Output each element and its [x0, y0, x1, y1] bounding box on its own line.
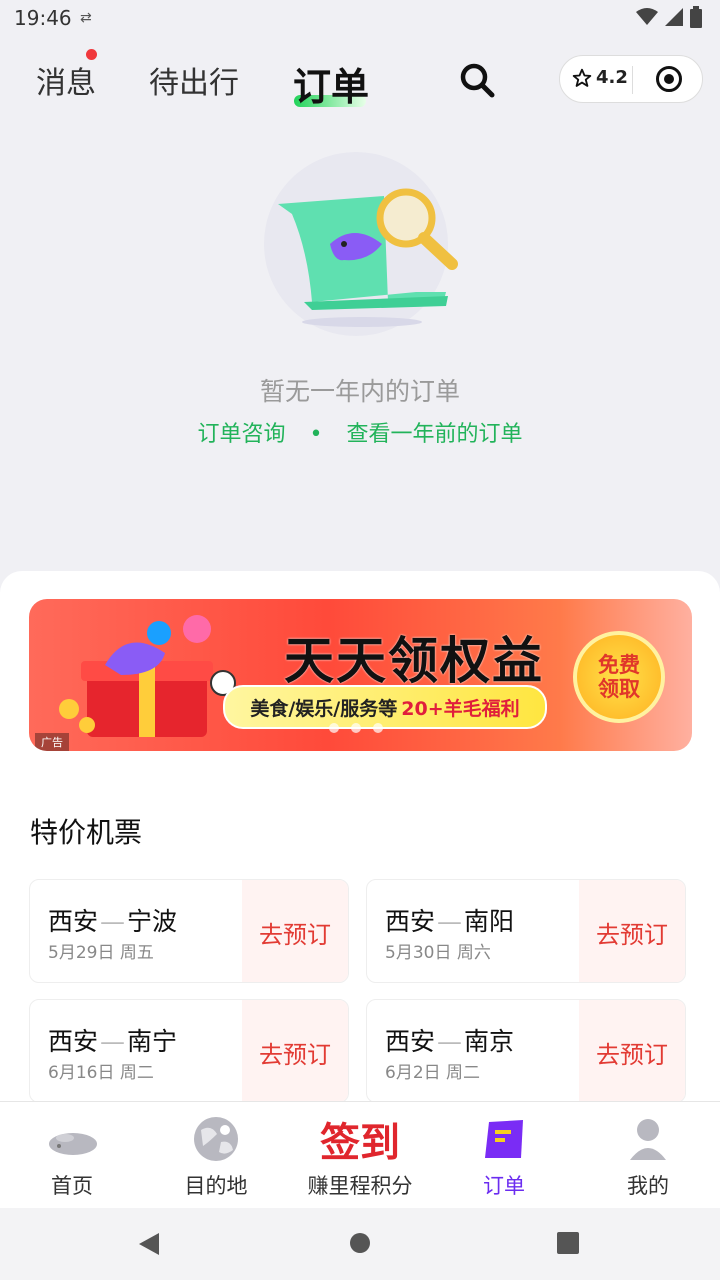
- search-icon[interactable]: [458, 61, 496, 99]
- flight-card[interactable]: 西安—南阳 5月30日 周六 去预订: [366, 879, 686, 983]
- system-nav-bar: [0, 1208, 720, 1280]
- tab-points-label: 赚里程积分: [307, 1174, 413, 1198]
- flight-date: 6月16日 周二: [48, 1063, 154, 1083]
- rating-value: 4.2: [596, 67, 628, 88]
- tab-mine-label: 我的: [627, 1174, 669, 1198]
- carousel-dots: [329, 723, 383, 733]
- gift-box-illustration: [59, 615, 236, 737]
- tab-home[interactable]: 首页: [0, 1102, 144, 1209]
- status-icons: [636, 6, 702, 28]
- claim-line-2: 领取: [598, 677, 640, 701]
- cell-signal-icon: [665, 8, 683, 26]
- book-button[interactable]: 去预订: [242, 880, 348, 982]
- tab-mine[interactable]: 我的: [576, 1102, 720, 1209]
- recents-square-icon[interactable]: [557, 1232, 579, 1254]
- banner-title: 天天领权益: [284, 632, 544, 690]
- link-separator: •: [309, 422, 323, 447]
- flight-route: 西安—南京: [385, 1027, 515, 1056]
- ad-label: 广告: [35, 733, 69, 751]
- flight-date: 6月2日 周二: [385, 1063, 481, 1083]
- tab-orders[interactable]: 订单: [293, 56, 369, 111]
- flight-card[interactable]: 西安—南宁 6月16日 周二 去预订: [29, 999, 349, 1103]
- rating-button[interactable]: 4.2: [572, 67, 628, 88]
- tab-orders-label: 订单: [483, 1174, 525, 1198]
- empty-orders-message: 暂无一年内的订单: [259, 377, 460, 406]
- tab-upcoming-trips[interactable]: 待出行: [149, 58, 239, 102]
- tab-orders-bottom[interactable]: 订单: [432, 1102, 576, 1209]
- book-button[interactable]: 去预订: [242, 1000, 348, 1102]
- banner-subtitle: 美食/娱乐/服务等 20+羊毛福利: [223, 685, 547, 729]
- globe-icon: [194, 1117, 238, 1161]
- flight-card[interactable]: 西安—宁波 5月29日 周五 去预订: [29, 879, 349, 983]
- orders-book-icon: [485, 1120, 523, 1158]
- order-inquiry-link[interactable]: 订单咨询: [197, 422, 285, 447]
- special-flights-title: 特价机票: [30, 816, 143, 849]
- claim-free-button[interactable]: 免费 领取: [573, 631, 665, 723]
- tab-destination[interactable]: 目的地: [144, 1102, 288, 1209]
- status-bar: 19:46 ⇄: [0, 0, 720, 36]
- tab-destination-label: 目的地: [184, 1174, 248, 1198]
- battery-icon: [690, 6, 702, 28]
- flight-route: 西安—南阳: [385, 907, 515, 936]
- user-profile-icon: [630, 1119, 666, 1160]
- claim-line-1: 免费: [598, 653, 640, 677]
- bottom-tab-bar: 首页 目的地 签到 赚里程积分 订单 我的: [0, 1101, 720, 1209]
- empty-links: 订单咨询 • 查看一年前的订单: [0, 416, 720, 448]
- promo-banner[interactable]: 天天领权益 美食/娱乐/服务等 20+羊毛福利 免费 领取 广告: [29, 599, 692, 751]
- tab-home-label: 首页: [51, 1174, 93, 1198]
- checkin-icon: 签到: [320, 1119, 400, 1166]
- wifi-icon: [636, 8, 658, 25]
- flight-date: 5月29日 周五: [48, 943, 154, 963]
- banner-subtitle-text: 美食/娱乐/服务等: [250, 697, 398, 720]
- home-circle-icon[interactable]: [349, 1232, 371, 1254]
- flight-route: 西安—南宁: [48, 1027, 178, 1056]
- miniapp-capsule: 4.2: [559, 55, 703, 103]
- home-whale-icon: [49, 1133, 97, 1155]
- unread-dot: [86, 49, 97, 60]
- flight-date: 5月30日 周六: [385, 943, 491, 963]
- star-icon: [572, 68, 592, 87]
- banner-highlight: 20+羊毛福利: [401, 697, 520, 720]
- empty-orders-illustration: [264, 152, 458, 336]
- back-icon[interactable]: [137, 1232, 161, 1256]
- book-button[interactable]: 去预订: [579, 1000, 685, 1102]
- data-sync-icon: ⇄: [80, 10, 92, 26]
- capsule-divider: [632, 66, 633, 94]
- flight-route: 西安—宁波: [48, 907, 178, 936]
- tab-checkin-points[interactable]: 签到 赚里程积分: [288, 1102, 432, 1209]
- book-button[interactable]: 去预订: [579, 880, 685, 982]
- tab-messages[interactable]: 消息: [36, 58, 96, 102]
- flight-card[interactable]: 西安—南京 6月2日 周二 去预订: [366, 999, 686, 1103]
- status-time: 19:46: [14, 6, 72, 30]
- older-orders-link[interactable]: 查看一年前的订单: [346, 422, 522, 447]
- close-miniapp-icon[interactable]: [656, 66, 682, 92]
